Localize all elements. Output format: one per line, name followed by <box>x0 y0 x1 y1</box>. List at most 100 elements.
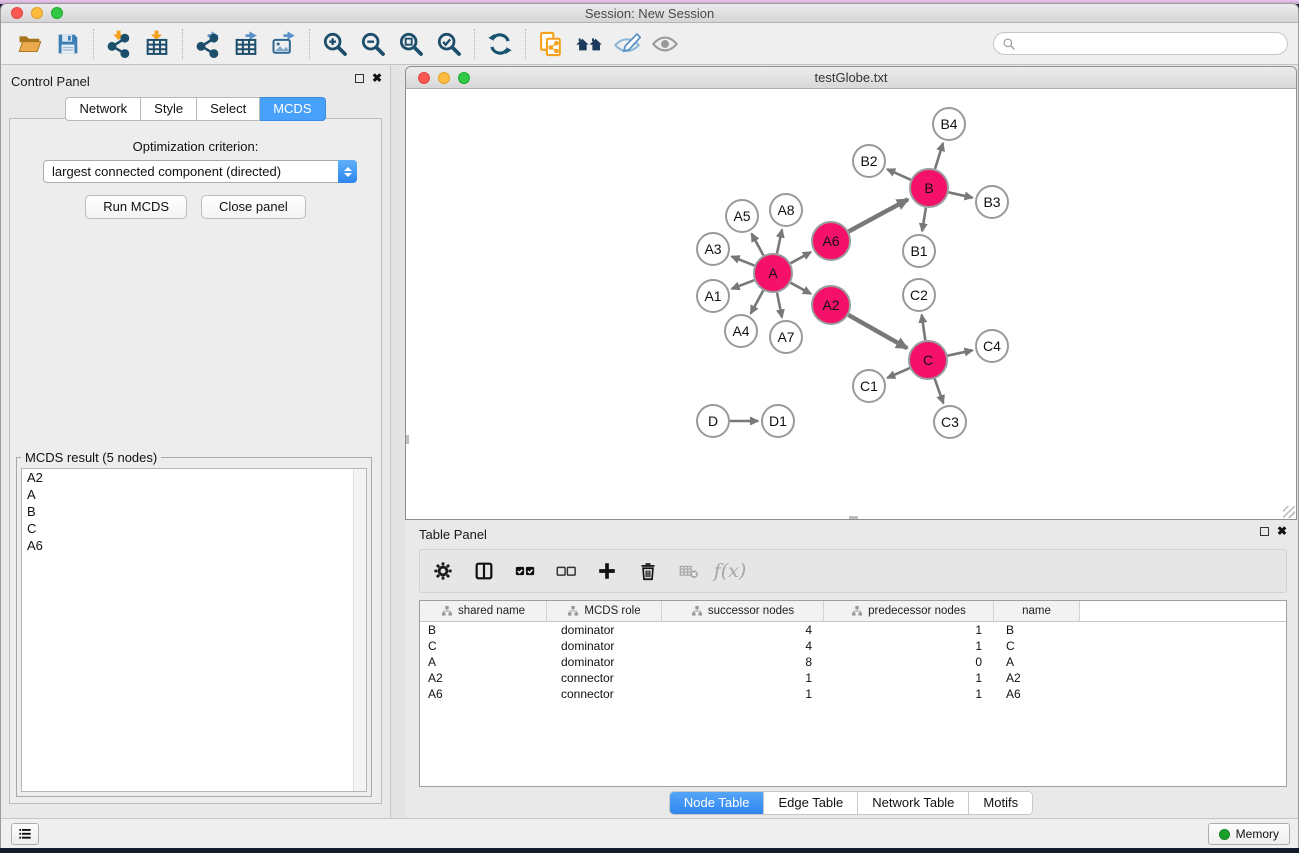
zoom-fit-button[interactable] <box>392 26 430 62</box>
graph-node-D[interactable]: D <box>697 405 729 437</box>
edge-A-A7[interactable] <box>777 293 782 318</box>
task-history-button[interactable] <box>11 823 39 845</box>
clone-network-button[interactable] <box>532 26 570 62</box>
table-cell[interactable]: 1 <box>824 638 994 654</box>
edge-C-C4[interactable] <box>948 350 973 355</box>
select-all-button[interactable] <box>512 556 538 586</box>
table-cell[interactable]: 1 <box>662 686 824 702</box>
table-row[interactable]: Adominator80A <box>420 654 1286 670</box>
graph-node-A7[interactable]: A7 <box>770 321 802 353</box>
table-cell[interactable]: B <box>420 622 547 638</box>
import-table-button[interactable] <box>138 26 176 62</box>
tab-motifs[interactable]: Motifs <box>968 792 1032 814</box>
memory-button[interactable]: Memory <box>1208 823 1290 845</box>
hide-graphics-details-button[interactable] <box>608 26 646 62</box>
graph-node-A[interactable]: A <box>754 254 792 292</box>
table-cell[interactable]: A6 <box>420 686 547 702</box>
tab-network-table[interactable]: Network Table <box>857 792 968 814</box>
table-float-panel-icon[interactable] <box>1260 527 1269 536</box>
column-header-shared-name[interactable]: shared name <box>420 601 547 621</box>
graph-node-A8[interactable]: A8 <box>770 194 802 226</box>
edge-A-A5[interactable] <box>752 234 764 256</box>
result-item[interactable]: A6 <box>22 537 366 554</box>
graph-node-C2[interactable]: C2 <box>903 279 935 311</box>
graph-node-B4[interactable]: B4 <box>933 108 965 140</box>
table-cell[interactable]: dominator <box>547 622 662 638</box>
add-row-button[interactable] <box>594 556 620 586</box>
edge-A2-C[interactable] <box>848 315 907 348</box>
tab-mcds[interactable]: MCDS <box>260 97 325 121</box>
graph-node-C3[interactable]: C3 <box>934 406 966 438</box>
edge-A-A2[interactable] <box>791 283 811 294</box>
open-session-button[interactable] <box>11 26 49 62</box>
apply-layout-button[interactable] <box>481 26 519 62</box>
edge-A-A3[interactable] <box>732 256 755 265</box>
graph-node-A3[interactable]: A3 <box>697 233 729 265</box>
edge-C-C3[interactable] <box>935 379 944 403</box>
table-cell[interactable]: 1 <box>824 686 994 702</box>
graph-node-D1[interactable]: D1 <box>762 405 794 437</box>
graph-node-A2[interactable]: A2 <box>812 286 850 324</box>
window-resize-grip[interactable] <box>1283 506 1295 518</box>
table-cell[interactable]: A <box>420 654 547 670</box>
column-header-predecessor-nodes[interactable]: predecessor nodes <box>824 601 994 621</box>
tab-node-table[interactable]: Node Table <box>670 792 764 814</box>
graph-node-A1[interactable]: A1 <box>697 280 729 312</box>
search-input[interactable] <box>1021 37 1279 51</box>
edge-B-B1[interactable] <box>922 208 926 231</box>
graph-node-B2[interactable]: B2 <box>853 145 885 177</box>
function-builder-button[interactable]: f(x) <box>717 556 743 586</box>
table-row[interactable]: A2connector11A2 <box>420 670 1286 686</box>
float-panel-icon[interactable] <box>355 74 364 83</box>
table-cell[interactable]: A2 <box>420 670 547 686</box>
table-cell[interactable]: 4 <box>662 622 824 638</box>
close-panel-icon[interactable]: ✖ <box>372 74 382 83</box>
edge-B-B4[interactable] <box>935 143 943 169</box>
graph-node-C1[interactable]: C1 <box>853 370 885 402</box>
delete-rows-button[interactable] <box>635 556 661 586</box>
table-cell[interactable]: 1 <box>824 622 994 638</box>
export-image-button[interactable] <box>265 26 303 62</box>
close-panel-button[interactable]: Close panel <box>201 195 306 219</box>
column-header-MCDS-role[interactable]: MCDS role <box>547 601 662 621</box>
result-item[interactable]: A2 <box>22 469 366 486</box>
edge-A-A8[interactable] <box>777 230 782 254</box>
table-cell[interactable]: A <box>994 654 1080 670</box>
zoom-selected-button[interactable] <box>430 26 468 62</box>
table-cell[interactable]: 1 <box>662 670 824 686</box>
result-item[interactable]: A <box>22 486 366 503</box>
result-item[interactable]: C <box>22 520 366 537</box>
table-row[interactable]: A6connector11A6 <box>420 686 1286 702</box>
table-cell[interactable]: 1 <box>824 670 994 686</box>
table-cell[interactable]: 4 <box>662 638 824 654</box>
column-header-name[interactable]: name <box>994 601 1080 621</box>
table-cell[interactable]: dominator <box>547 654 662 670</box>
edge-A-A4[interactable] <box>751 291 764 314</box>
table-cell[interactable]: connector <box>547 670 662 686</box>
table-row[interactable]: Bdominator41B <box>420 622 1286 638</box>
graph-node-B1[interactable]: B1 <box>903 235 935 267</box>
network-canvas[interactable]: B4 B2 B B3 A8 A5 A6 A3 B1 A C2 A1 A2 <box>406 90 1296 519</box>
optimization-criterion-dropdown[interactable]: largest connected component (directed) <box>43 160 357 183</box>
zoom-out-button[interactable] <box>354 26 392 62</box>
graph-node-A4[interactable]: A4 <box>725 315 757 347</box>
delete-table-button[interactable] <box>676 556 702 586</box>
run-mcds-button[interactable]: Run MCDS <box>85 195 187 219</box>
graph-node-B[interactable]: B <box>910 169 948 207</box>
network-overview-button[interactable] <box>570 26 608 62</box>
import-network-button[interactable] <box>100 26 138 62</box>
table-settings-button[interactable] <box>430 556 456 586</box>
table-cell[interactable]: A2 <box>994 670 1080 686</box>
table-cell[interactable]: connector <box>547 686 662 702</box>
table-cell[interactable]: dominator <box>547 638 662 654</box>
graph-node-A5[interactable]: A5 <box>726 200 758 232</box>
result-item[interactable]: B <box>22 503 366 520</box>
table-cell[interactable]: 8 <box>662 654 824 670</box>
edge-A-A1[interactable] <box>732 280 755 289</box>
table-cell[interactable]: C <box>994 638 1080 654</box>
table-cell[interactable]: C <box>420 638 547 654</box>
zoom-in-button[interactable] <box>316 26 354 62</box>
table-cell[interactable]: B <box>994 622 1080 638</box>
edge-C-C2[interactable] <box>922 315 926 340</box>
column-header-successor-nodes[interactable]: successor nodes <box>662 601 824 621</box>
